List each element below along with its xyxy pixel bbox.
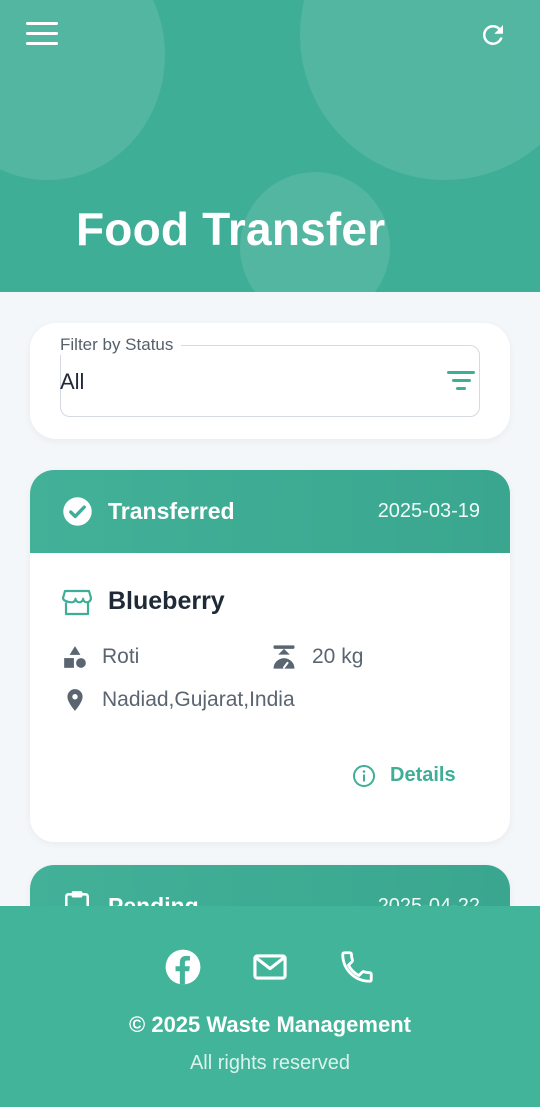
check-circle-icon bbox=[63, 497, 92, 526]
filter-card: Filter by Status All bbox=[30, 323, 510, 439]
mail-icon[interactable] bbox=[251, 948, 289, 986]
pickup-location: Nadiad,Gujarat,India bbox=[102, 688, 295, 711]
decorative-circle bbox=[0, 0, 165, 180]
location-pin-icon bbox=[67, 689, 83, 711]
store-icon bbox=[62, 589, 92, 616]
filter-icon[interactable] bbox=[447, 371, 475, 393]
facebook-icon[interactable] bbox=[164, 948, 202, 986]
phone-icon[interactable] bbox=[338, 948, 376, 986]
rights-text: All rights reserved bbox=[189, 1052, 351, 1074]
status-filter-dropdown[interactable] bbox=[60, 345, 480, 417]
transfer-date: 2025-03-19 bbox=[377, 500, 480, 522]
app-footer: © 2025 Waste Management All rights reser… bbox=[0, 906, 540, 1107]
food-category: Roti bbox=[102, 645, 140, 668]
page-title: Food Transfer bbox=[76, 203, 386, 255]
info-icon bbox=[353, 765, 375, 787]
hamburger-menu-icon[interactable] bbox=[26, 22, 58, 48]
refresh-icon[interactable] bbox=[478, 20, 508, 50]
transfer-card[interactable]: Transferred 2025-03-19 Blueberry Roti 20… bbox=[30, 470, 510, 842]
card-header: Transferred 2025-03-19 bbox=[30, 470, 510, 553]
filter-selected-value[interactable]: All bbox=[60, 369, 84, 395]
filter-label: Filter by Status bbox=[52, 335, 182, 355]
status-label: Transferred bbox=[108, 498, 235, 524]
app-header: Food Transfer bbox=[0, 0, 540, 292]
copyright-text: © 2025 Waste Management bbox=[129, 1012, 411, 1037]
food-quantity: 20 kg bbox=[312, 645, 364, 668]
shapes-icon bbox=[64, 646, 86, 668]
scale-icon bbox=[273, 645, 295, 669]
donor-name: Blueberry bbox=[108, 587, 225, 615]
details-label: Details bbox=[390, 764, 456, 786]
